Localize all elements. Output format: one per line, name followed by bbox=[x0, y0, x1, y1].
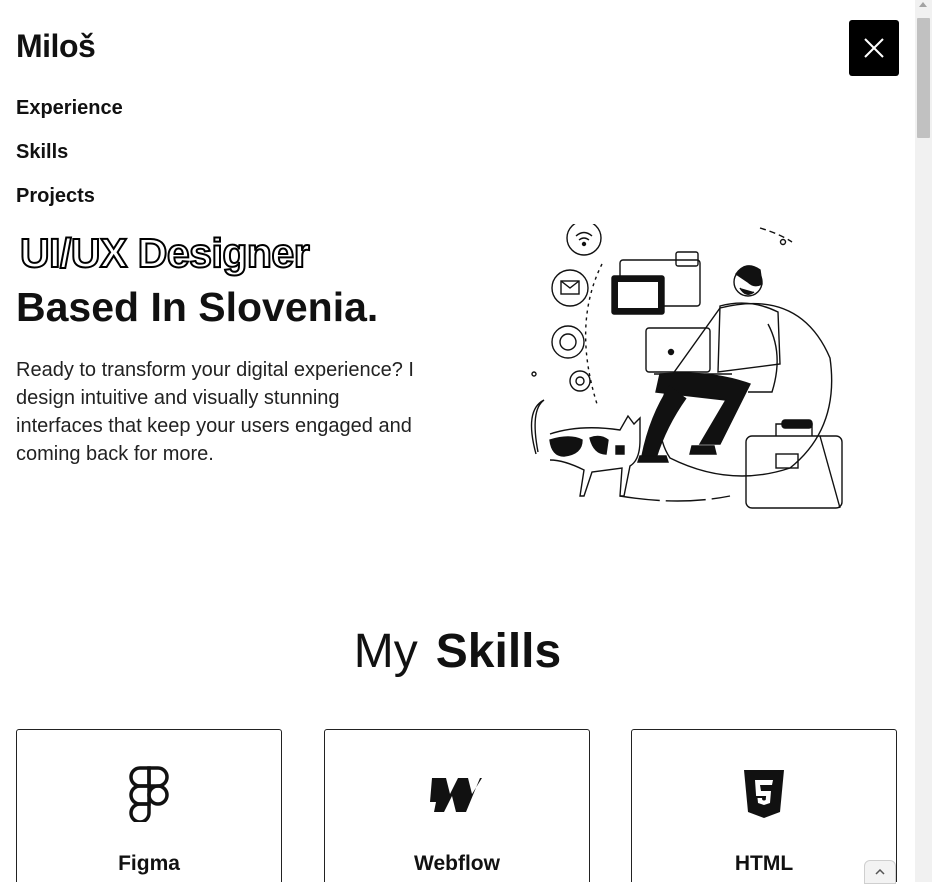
skills-heading-bold: Skills bbox=[435, 625, 562, 678]
skills-heading: My Skills bbox=[0, 624, 915, 679]
skills-heading-light: My bbox=[353, 625, 418, 678]
page: Miloš Experience Skills Projects UI/UX D… bbox=[0, 0, 915, 882]
figma-icon bbox=[129, 766, 169, 822]
scroll-thumb[interactable] bbox=[917, 18, 930, 138]
nav-menu: Experience Skills Projects bbox=[16, 94, 123, 226]
hero-description: Ready to transform your digital experien… bbox=[16, 359, 414, 465]
close-icon bbox=[864, 38, 884, 58]
scroll-up-arrow-icon[interactable] bbox=[919, 2, 927, 7]
chevron-up-icon bbox=[875, 869, 885, 875]
skill-card-html: HTML bbox=[631, 729, 897, 882]
skill-card-figma: Figma bbox=[16, 729, 282, 882]
html5-icon bbox=[744, 770, 784, 818]
skill-name-figma: Figma bbox=[118, 852, 180, 875]
skill-name-html: HTML bbox=[734, 852, 794, 875]
webflow-icon bbox=[430, 778, 482, 812]
hero-title-outline: UI/UX Designer bbox=[19, 229, 311, 277]
back-to-top-button[interactable] bbox=[864, 860, 896, 884]
nav-item-projects[interactable]: Projects bbox=[16, 182, 123, 226]
nav-item-skills[interactable]: Skills bbox=[16, 138, 123, 182]
hero-title-solid: Based In Slovenia. bbox=[16, 284, 379, 330]
skill-card-webflow: Webflow bbox=[324, 729, 590, 882]
skill-name-webflow: Webflow bbox=[414, 852, 500, 875]
nav-item-experience[interactable]: Experience bbox=[16, 94, 123, 138]
site-logo[interactable]: Miloš bbox=[16, 28, 96, 65]
page-scrollbar[interactable] bbox=[915, 0, 932, 882]
designer-illustration bbox=[530, 224, 843, 509]
close-menu-button[interactable] bbox=[849, 20, 899, 76]
